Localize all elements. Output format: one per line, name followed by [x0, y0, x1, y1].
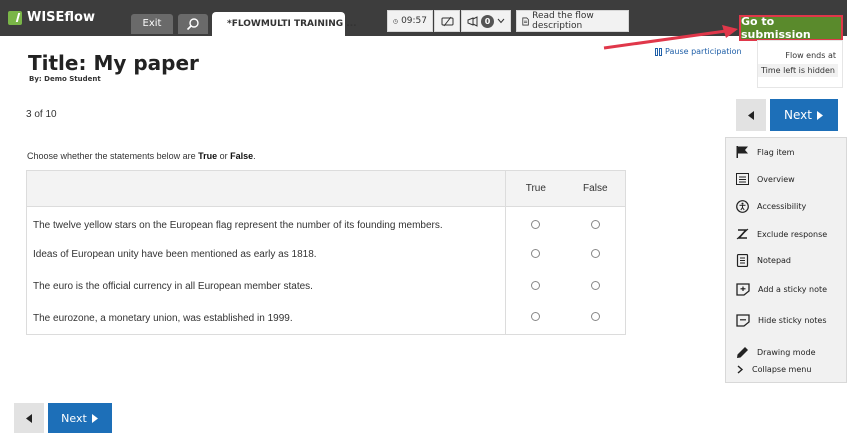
caret-left-icon [25, 413, 32, 423]
accessibility-icon [736, 200, 749, 213]
table-row: The twelve yellow stars on the European … [26, 206, 626, 239]
statement-text: The twelve yellow stars on the European … [26, 206, 507, 239]
search-settings-icon [186, 18, 199, 31]
caret-right-icon [816, 110, 823, 120]
exit-button[interactable]: Exit [131, 14, 173, 34]
exclude-icon [736, 228, 749, 240]
accessibility-button[interactable]: Accessibility [736, 200, 806, 213]
table-header-row: True False [26, 170, 626, 207]
chevron-right-icon [737, 365, 744, 374]
previous-button[interactable] [14, 403, 44, 433]
tools-button[interactable] [178, 14, 208, 34]
true-keyword: True [198, 151, 218, 161]
true-radio[interactable] [531, 312, 541, 322]
add-sticky-note-button[interactable]: Add a sticky note [736, 283, 827, 296]
question-counter: 3 of 10 [26, 109, 57, 120]
true-radio[interactable] [531, 219, 541, 229]
previous-button[interactable] [736, 99, 766, 131]
wiseflow-logo: WISEflow [8, 10, 95, 25]
wiseflow-logo-icon [8, 10, 22, 25]
bottom-navigation: Next [14, 403, 112, 433]
statement-text: The euro is the official currency in all… [26, 270, 507, 303]
announcements-button[interactable]: 0 [461, 10, 511, 32]
true-radio[interactable] [531, 280, 541, 290]
flow-end-info: Flow ends at Time left is hidden [757, 40, 843, 88]
false-radio[interactable] [590, 248, 600, 258]
paper-title: Title: My paper [28, 51, 199, 75]
caret-right-icon [91, 413, 98, 423]
collapse-menu-button[interactable]: Collapse menu [736, 365, 811, 374]
table-row: Ideas of European unity have been mentio… [26, 238, 626, 271]
next-button-label: Next [784, 108, 812, 122]
true-radio[interactable] [531, 248, 541, 258]
connection-icon [441, 16, 453, 26]
overview-button[interactable]: Overview [736, 173, 795, 185]
false-radio[interactable] [590, 280, 600, 290]
status-strip: 09:57 0 Read the flow description [387, 10, 629, 32]
clock-icon [393, 18, 398, 24]
table-row: The euro is the official currency in all… [26, 270, 626, 303]
pause-icon [655, 47, 662, 56]
pause-participation-link[interactable]: Pause participation [655, 47, 742, 56]
flow-ends-label: Flow ends at [785, 51, 836, 60]
true-false-table: True False The twelve yellow stars on th… [26, 170, 626, 335]
statement-column-header [26, 170, 507, 207]
megaphone-icon [467, 15, 478, 27]
statement-text: Ideas of European unity have been mentio… [26, 238, 507, 271]
top-navigation: Next [736, 99, 838, 131]
false-keyword: False [230, 151, 254, 161]
true-column-header: True [505, 170, 566, 207]
next-button[interactable]: Next [48, 403, 112, 433]
timer-value: 09:57 [401, 16, 427, 26]
go-to-submission-button[interactable]: Go to submission [739, 15, 843, 41]
hide-sticky-notes-button[interactable]: Hide sticky notes [736, 314, 827, 327]
caret-left-icon [747, 110, 754, 120]
time-left-label: Time left is hidden [758, 64, 838, 77]
next-button[interactable]: Next [770, 99, 838, 131]
false-radio[interactable] [590, 219, 600, 229]
exclude-response-button[interactable]: Exclude response [736, 228, 827, 240]
false-radio[interactable] [590, 312, 600, 322]
sticky-note-hide-icon [736, 314, 750, 327]
statement-text: The eurozone, a monetary union, was esta… [26, 302, 507, 335]
question-instruction: Choose whether the statements below are … [27, 151, 256, 161]
sticky-note-add-icon [736, 283, 750, 296]
list-icon [736, 173, 749, 185]
false-column-header: False [565, 170, 626, 207]
flow-tab-label: *FLOWMULTI TRAINING ... [227, 19, 357, 29]
flag-item-button[interactable]: Flag item [736, 146, 794, 158]
notepad-button[interactable]: Notepad [736, 254, 791, 267]
document-icon [522, 17, 529, 25]
pause-participation-label: Pause participation [665, 47, 742, 56]
next-button-label: Next [61, 411, 87, 425]
flow-tab[interactable]: *FLOWMULTI TRAINING ... [212, 12, 357, 36]
author-name: By: Demo Student [29, 75, 101, 83]
timer[interactable]: 09:57 [387, 10, 433, 32]
flag-icon [736, 146, 748, 158]
chevron-down-icon [497, 18, 505, 24]
side-menu: Flag item Overview Accessibility Exclude… [725, 137, 847, 383]
announcement-count-badge: 0 [481, 14, 494, 28]
brand-name: WISEflow [27, 10, 95, 25]
offline-mode-button[interactable] [434, 10, 460, 32]
drawing-mode-button[interactable]: Drawing mode [736, 346, 816, 359]
notepad-icon [736, 254, 749, 267]
table-row: The eurozone, a monetary union, was esta… [26, 302, 626, 335]
pencil-icon [737, 347, 748, 358]
